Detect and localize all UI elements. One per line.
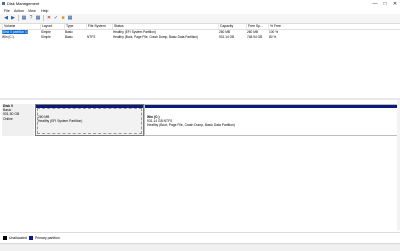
title-bar: Disk Management — □ ✕: [0, 0, 400, 8]
header-capacity[interactable]: Capacity: [218, 24, 233, 29]
partition-c-text: Win (C:) 931.14 GB NTFS Healthy (Boot, P…: [147, 115, 235, 128]
partition-efi[interactable]: 260 MB Healthy (EFI System Partition): [35, 104, 144, 136]
disk-map: Disk 0 Basic 931.50 GB Online 260 MB Hea…: [0, 100, 400, 230]
header-file-system[interactable]: File System: [86, 24, 106, 29]
legend: Unallocated Primary partition: [0, 232, 400, 243]
cell-volume: (Disk 0 partition 1): [2, 30, 28, 34]
partition-c-status: Healthy (Boot, Page File, Crash Dump, Ba…: [147, 123, 235, 128]
new-icon[interactable]: ▦: [67, 15, 73, 21]
cell-status: Healthy (Boot, Page File, Crash Dump, Ba…: [113, 35, 199, 39]
header-status[interactable]: Status: [112, 24, 124, 29]
cell-file-system: NTFS: [87, 35, 96, 39]
refresh-icon[interactable]: ▦: [35, 15, 41, 21]
header-free-space[interactable]: Free Sp...: [246, 24, 263, 29]
unallocated-swatch: [3, 236, 7, 240]
disk-management-icon: [2, 2, 5, 5]
partition-c[interactable]: Win (C:) 931.14 GB NTFS Healthy (Boot, P…: [144, 104, 398, 136]
cell-percent-free: 100 %: [269, 30, 279, 34]
cell-free-space: 748.94 GB: [247, 35, 263, 39]
maximize-button[interactable]: □: [380, 0, 390, 8]
cell-status: Healthy (EFI System Partition): [113, 30, 156, 34]
cell-percent-free: 80 %: [269, 35, 277, 39]
primary-partition-swatch: [29, 236, 33, 240]
header-layout[interactable]: Layout: [40, 24, 52, 29]
forward-icon[interactable]: ▶: [10, 15, 16, 21]
volume-list: Volume Layout Type File System Status Ca…: [0, 24, 400, 99]
header-type[interactable]: Type: [64, 24, 73, 29]
help-icon[interactable]: ?: [28, 15, 34, 21]
table-row[interactable]: Win (C:) Simple Basic NTFS Healthy (Boot…: [0, 35, 400, 39]
partition-efi-text: 260 MB Healthy (EFI System Partition): [38, 115, 82, 123]
back-icon[interactable]: ◀: [3, 15, 9, 21]
cell-type: Basic: [65, 30, 73, 34]
disk-state: Online: [3, 116, 13, 121]
primary-partition-bar: [145, 105, 397, 108]
partition-efi-status: Healthy (EFI System Partition): [38, 119, 83, 124]
table-row[interactable]: (Disk 0 partition 1) Simple Basic Health…: [0, 30, 400, 34]
window-title: Disk Management: [7, 1, 40, 6]
cell-free-space: 260 MB: [247, 30, 258, 34]
cell-layout: Simple: [41, 35, 51, 39]
properties-icon[interactable]: ▦: [21, 15, 27, 21]
cell-type: Basic: [65, 35, 73, 39]
disk-info[interactable]: Disk 0 Basic 931.50 GB Online: [2, 104, 34, 136]
minimize-button[interactable]: —: [370, 0, 380, 8]
cell-capacity: 931.14 GB: [219, 35, 235, 39]
toolbar: ◀ ▶ ▦ ? ▦ ✕ ✓ ■ ▦: [0, 14, 400, 24]
delete-icon[interactable]: ✕: [46, 15, 52, 21]
close-button[interactable]: ✕: [390, 0, 400, 8]
legend-primary-partition: Primary partition: [35, 236, 60, 240]
header-percent-free[interactable]: % Free: [268, 24, 281, 29]
cell-volume: Win (C:): [2, 35, 14, 39]
header-volume[interactable]: Volume: [2, 24, 15, 29]
legend-unallocated: Unallocated: [9, 236, 27, 240]
cell-layout: Simple: [41, 30, 51, 34]
open-icon[interactable]: ■: [60, 15, 66, 21]
cell-capacity: 260 MB: [219, 30, 230, 34]
check-icon[interactable]: ✓: [53, 15, 59, 21]
